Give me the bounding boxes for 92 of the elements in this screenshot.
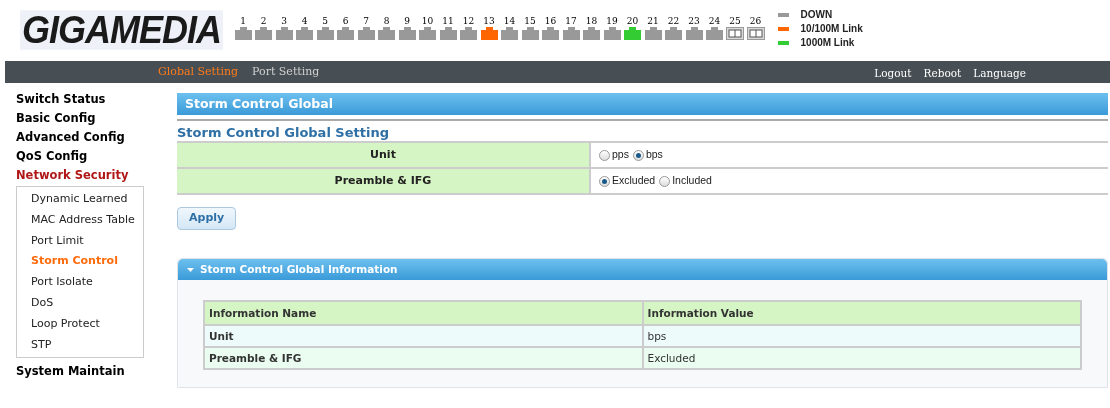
radio-button[interactable]	[599, 175, 610, 187]
port-number: 24	[708, 16, 721, 27]
ethernet-port-icon[interactable]	[398, 27, 416, 40]
ethernet-port-icon[interactable]	[583, 27, 600, 40]
port-number: 15	[524, 16, 536, 27]
sidebar-item[interactable]: Basic Config	[16, 109, 177, 128]
apply-button[interactable]: Apply	[177, 207, 237, 230]
legend-label: DOWN	[800, 8, 833, 22]
ethernet-port-icon[interactable]	[665, 27, 682, 40]
section-title: Storm Control Global Setting	[177, 125, 390, 141]
nav-link[interactable]: Reboot	[923, 66, 962, 82]
port-number: 6	[342, 16, 349, 27]
ethernet-port-icon[interactable]	[275, 27, 293, 40]
ethernet-port-icon[interactable]	[357, 27, 375, 40]
port-number: 16	[544, 16, 557, 27]
port-number: 8	[383, 16, 390, 27]
port-number: 9	[404, 16, 410, 27]
ethernet-port-icon[interactable]	[337, 27, 354, 40]
port-number: 7	[363, 16, 369, 27]
port-number: 13	[483, 16, 495, 27]
setting-label: Unit	[177, 143, 591, 167]
ethernet-port-icon[interactable]	[501, 27, 518, 40]
ethernet-port-icon[interactable]	[603, 27, 621, 40]
port-number: 25	[729, 16, 741, 27]
port-number: 23	[688, 16, 700, 27]
ethernet-port-icon[interactable]	[644, 27, 662, 40]
caret-icon	[187, 267, 194, 272]
setting-label: Preamble & IFG	[177, 169, 591, 193]
ethernet-port-icon[interactable]	[419, 27, 436, 40]
port-number: 17	[565, 16, 577, 27]
port-number: 10	[421, 16, 434, 27]
port-number: 26	[749, 16, 762, 27]
ethernet-port-icon[interactable]	[234, 27, 252, 40]
panel-header: Storm Control Global	[177, 93, 1108, 115]
port-number: 5	[322, 16, 328, 27]
port-number: 2	[260, 16, 267, 27]
port-number: 11	[442, 16, 454, 27]
port-number: 20	[626, 16, 639, 27]
ethernet-port-icon[interactable]	[562, 27, 580, 40]
radio-button[interactable]	[599, 149, 610, 161]
submenu-item[interactable]: STP	[17, 334, 143, 356]
legend-label: 10/100M Link	[800, 22, 863, 36]
ethernet-port-icon[interactable]	[439, 27, 457, 40]
radio-label[interactable]: pps	[612, 147, 629, 163]
radio-label[interactable]: Included	[672, 173, 712, 189]
port-number: 4	[301, 16, 308, 27]
table-cell-text: bps	[646, 329, 668, 344]
ethernet-port-icon[interactable]	[378, 27, 395, 40]
radio-button[interactable]	[632, 149, 644, 161]
submenu-item[interactable]: Port Isolate	[17, 272, 143, 293]
sidebar-item[interactable]: QoS Config	[16, 147, 177, 166]
ethernet-port-icon[interactable]	[296, 27, 313, 40]
submenu-item[interactable]: Dynamic Learned	[17, 189, 143, 210]
port-number: 19	[606, 16, 618, 27]
port-number: 18	[585, 16, 598, 27]
sidebar-item[interactable]: Advanced Config	[16, 128, 177, 147]
sidebar-item[interactable]: System Maintain	[16, 362, 177, 382]
ethernet-port-icon[interactable]	[706, 27, 723, 40]
nav-link[interactable]: Language	[973, 66, 1026, 82]
ethernet-port-icon[interactable]	[480, 27, 498, 40]
ethernet-port-icon[interactable]	[624, 27, 641, 40]
ethernet-port-icon[interactable]	[255, 27, 272, 40]
logo: GIGAMEDIA	[20, 10, 223, 50]
ethernet-port-icon[interactable]	[521, 27, 539, 40]
port-number: 22	[667, 16, 680, 27]
submenu-item[interactable]: Loop Protect	[17, 313, 143, 335]
submenu-item[interactable]: DoS	[17, 293, 143, 314]
table-cell-text: Excluded	[646, 351, 697, 366]
port-number: 12	[462, 16, 475, 27]
column-header: Information Value	[646, 306, 755, 321]
sidebar-item[interactable]: Network Security	[16, 166, 177, 185]
ethernet-port-icon[interactable]	[460, 27, 477, 40]
submenu-item[interactable]: Port Limit	[17, 230, 143, 252]
ethernet-port-icon[interactable]	[685, 27, 703, 40]
fiber-port-icon[interactable]	[746, 27, 765, 40]
nav-tab[interactable]: Port Setting	[252, 63, 320, 81]
radio-label[interactable]: Excluded	[612, 173, 656, 189]
port-number: 14	[503, 16, 516, 27]
submenu-item[interactable]: MAC Address Table	[17, 209, 143, 231]
ethernet-port-icon[interactable]	[542, 27, 559, 40]
radio-label[interactable]: bps	[645, 147, 663, 163]
port-number: 3	[281, 16, 287, 27]
nav-link[interactable]: Logout	[874, 66, 912, 82]
sidebar-item[interactable]: Switch Status	[16, 90, 177, 109]
port-number: 1	[240, 16, 246, 27]
legend-label: 1000M Link	[800, 36, 855, 50]
port-number: 21	[647, 16, 659, 27]
collapsible-title: Storm Control Global Information	[200, 261, 398, 277]
table-cell: Preamble & IFG	[205, 348, 644, 368]
fiber-port-icon[interactable]	[726, 27, 744, 40]
radio-button[interactable]	[659, 175, 671, 187]
ethernet-port-icon[interactable]	[316, 27, 334, 40]
